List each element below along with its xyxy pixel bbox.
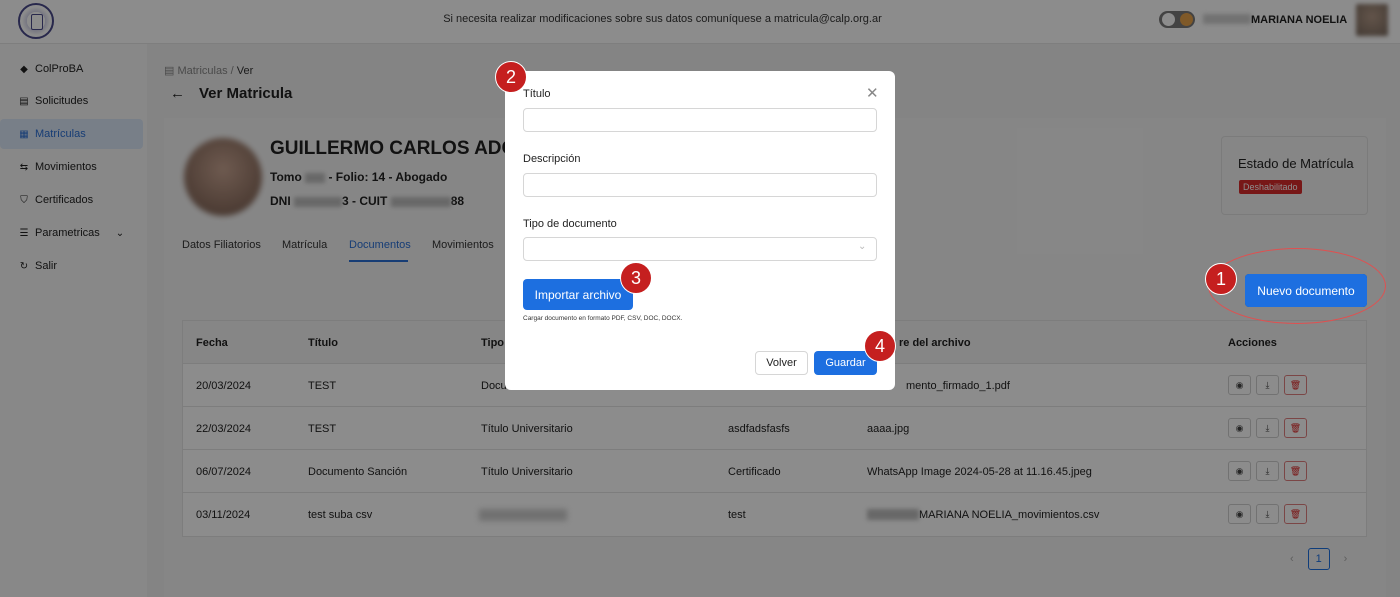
titulo-label: Título: [523, 88, 551, 100]
importar-archivo-button[interactable]: Importar archivo: [523, 279, 633, 310]
step-marker-4: 4: [864, 330, 896, 362]
titulo-input[interactable]: [523, 108, 877, 132]
step-marker-3: 3: [620, 262, 652, 294]
tipo-documento-select[interactable]: [523, 237, 877, 261]
app: Si necesita realizar modificaciones sobr…: [0, 0, 1400, 597]
step-marker-1: 1: [1205, 263, 1237, 295]
descripcion-input[interactable]: [523, 173, 877, 197]
close-icon[interactable]: ✕: [866, 84, 879, 102]
import-hint: Cargar documento en formato PDF, CSV, DO…: [523, 315, 683, 322]
step-marker-2: 2: [495, 61, 527, 93]
descripcion-label: Descripción: [523, 153, 581, 165]
volver-button[interactable]: Volver: [755, 351, 808, 375]
tipo-documento-label: Tipo de documento: [523, 218, 617, 230]
chevron-down-icon: ⌄: [858, 241, 867, 252]
